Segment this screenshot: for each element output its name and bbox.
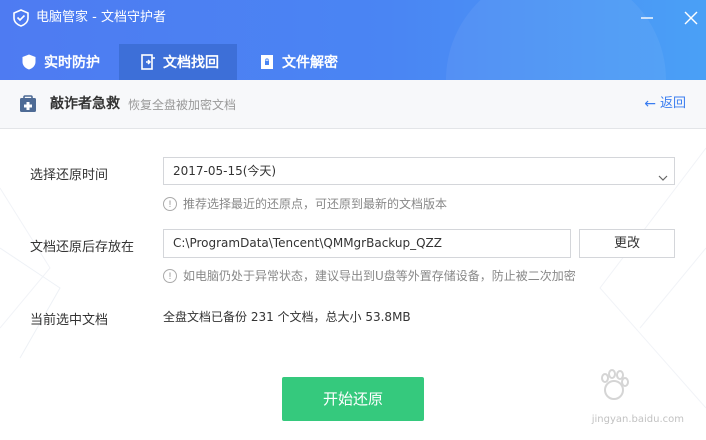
close-icon[interactable] <box>681 8 701 28</box>
section-description: 恢复全盘被加密文档 <box>128 98 237 112</box>
back-label: 返回 <box>659 96 686 111</box>
restore-time-hint: ! 推荐选择最近的还原点，可还原到最新的文档版本 <box>163 195 447 212</box>
current-docs-label: 当前选中文档 <box>30 313 109 328</box>
info-icon: ! <box>163 268 177 283</box>
window-title: 电脑管家 - 文档守护者 <box>36 10 166 25</box>
section-title: 敲诈者急救 <box>50 96 120 112</box>
chevron-down-icon <box>658 166 668 181</box>
watermark-url: jingyan.baidu.com <box>591 414 684 425</box>
restore-time-value: 2017-05-15(今天) <box>173 164 277 178</box>
save-location-hint: ! 如电脑仍处于异常状态，建议导出到U盘等外置存储设备，防止被二次加密 <box>163 267 576 284</box>
title-bar: 电脑管家 - 文档守护者 <box>0 0 706 36</box>
app-logo-icon <box>12 9 30 27</box>
lock-file-icon <box>258 53 276 71</box>
document-restore-icon <box>139 53 157 71</box>
save-location-hint-text: 如电脑仍处于异常状态，建议导出到U盘等外置存储设备，防止被二次加密 <box>183 269 576 283</box>
tab-label: 文档找回 <box>163 55 219 71</box>
back-button[interactable]: ← 返回 <box>644 94 686 114</box>
restore-time-select[interactable]: 2017-05-15(今天) <box>163 157 675 185</box>
rescue-icon <box>18 94 38 114</box>
tab-file-decrypt[interactable]: 文件解密 <box>258 44 338 80</box>
main-tabs: 实时防护 文档找回 文件解密 <box>0 44 706 80</box>
arrow-left-icon: ← <box>644 96 656 112</box>
change-location-button[interactable]: 更改 <box>579 229 675 258</box>
tab-label: 文件解密 <box>282 55 338 71</box>
info-icon: ! <box>163 196 177 211</box>
restore-time-hint-text: 推荐选择最近的还原点，可还原到最新的文档版本 <box>183 197 448 211</box>
restore-time-label: 选择还原时间 <box>30 168 109 183</box>
save-location-input[interactable]: C:\ProgramData\Tencent\QMMgrBackup_QZZ <box>163 229 571 258</box>
shield-icon <box>20 53 38 71</box>
section-header: 敲诈者急救 恢复全盘被加密文档 ← 返回 <box>0 80 706 129</box>
tab-realtime-protection[interactable]: 实时防护 <box>20 44 100 80</box>
current-docs-summary: 全盘文档已备份 231 个文档，总大小 53.8MB <box>163 310 411 324</box>
window-header: 电脑管家 - 文档守护者 实时防护 文档找回 文件解密 <box>0 0 706 80</box>
tab-document-recovery[interactable]: 文档找回 <box>119 44 237 80</box>
start-restore-button[interactable]: 开始还原 <box>282 377 424 421</box>
save-location-label: 文档还原后存放在 <box>30 240 135 255</box>
tab-label: 实时防护 <box>44 55 100 71</box>
minimize-icon[interactable] <box>637 8 657 28</box>
